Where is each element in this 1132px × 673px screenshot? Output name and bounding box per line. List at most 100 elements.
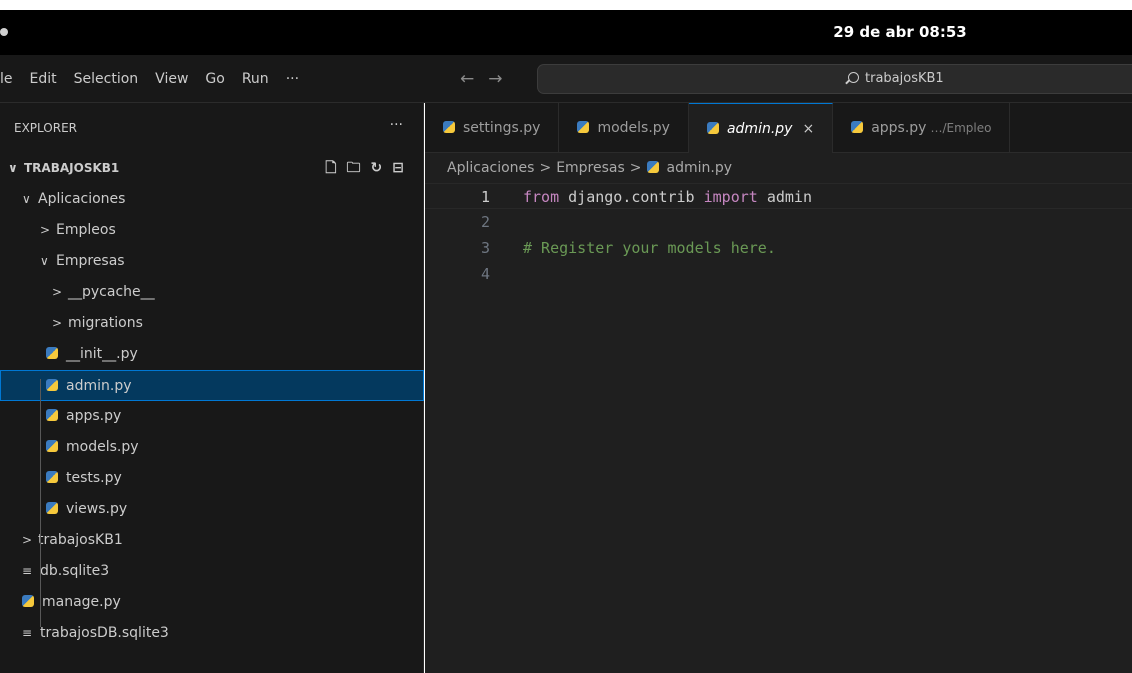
python-file-icon bbox=[706, 122, 719, 134]
tab-models-py[interactable]: models.py bbox=[559, 103, 689, 153]
refresh-icon[interactable]: ↻ bbox=[371, 153, 383, 184]
tab-apps-py[interactable]: apps.py …/Empleo bbox=[833, 103, 1011, 153]
code-line: 2 bbox=[425, 209, 1132, 235]
navigation-arrows: ← → bbox=[460, 55, 503, 103]
code-text: # Register your models here. bbox=[523, 235, 776, 261]
tree-item-label: __pycache__ bbox=[68, 284, 155, 300]
back-arrow-icon[interactable]: ← bbox=[460, 69, 474, 89]
tree-item[interactable]: __init__.py bbox=[0, 339, 424, 370]
explorer-actions: 🗋 🗀 ↻ ⊟ bbox=[325, 153, 404, 184]
menu-item-run[interactable]: Run bbox=[242, 71, 269, 87]
tree-item-label: migrations bbox=[68, 315, 143, 331]
tree-item[interactable]: > Empleos bbox=[0, 215, 424, 246]
indent-guide bbox=[40, 379, 41, 627]
python-file-icon bbox=[46, 502, 58, 514]
menu-bar: le Edit Selection View Go Run ··· bbox=[0, 55, 316, 103]
new-folder-icon[interactable]: 🗀 bbox=[347, 153, 361, 184]
editor-area: settings.py models.py admin.py × apps.py …/Em… bbox=[425, 103, 1132, 673]
python-file-icon bbox=[577, 121, 590, 133]
tab-label: settings.py bbox=[463, 120, 541, 136]
chevron-right-icon: > bbox=[40, 223, 51, 237]
explorer-header: EXPLORER ··· bbox=[0, 103, 423, 153]
tab-path: …/Empleo bbox=[930, 121, 992, 135]
code-line: 1 from django.contrib import admin bbox=[425, 183, 1132, 209]
code-keyword: import bbox=[703, 188, 758, 206]
activities-indicator[interactable] bbox=[0, 28, 8, 36]
chevron-down-icon: ∨ bbox=[22, 192, 31, 206]
tab-label: models.py bbox=[597, 120, 670, 136]
python-file-icon bbox=[646, 161, 659, 173]
search-icon bbox=[848, 72, 859, 83]
breadcrumb-separator: > bbox=[629, 160, 642, 176]
tree-item[interactable]: ≡ db.sqlite3 bbox=[0, 556, 424, 587]
tree-item-label: views.py bbox=[66, 501, 128, 517]
code-keyword: from bbox=[523, 188, 560, 206]
search-label: trabajosKB1 bbox=[865, 71, 944, 86]
menu-item-more[interactable]: ··· bbox=[286, 71, 299, 87]
tree-item[interactable]: > trabajosKB1 bbox=[0, 525, 424, 556]
python-file-icon bbox=[851, 121, 864, 133]
python-file-icon bbox=[46, 347, 58, 359]
chevron-down-icon: ∨ bbox=[40, 254, 49, 268]
breadcrumb-separator: > bbox=[539, 160, 552, 176]
python-file-icon bbox=[443, 121, 455, 133]
text-file-icon: ≡ bbox=[22, 564, 33, 578]
menu-item-edit[interactable]: Edit bbox=[30, 71, 57, 87]
breadcrumb-item[interactable]: admin.py bbox=[667, 160, 733, 176]
menu-item-selection[interactable]: Selection bbox=[74, 71, 139, 87]
breadcrumb-item[interactable]: Empresas bbox=[556, 160, 625, 176]
line-number: 2 bbox=[480, 213, 490, 231]
python-file-icon bbox=[22, 595, 34, 607]
system-clock[interactable]: 29 de abr 08:53 bbox=[750, 10, 1050, 55]
workspace-root[interactable]: ∨ TRABAJOSKB1 🗋 🗀 ↻ ⊟ bbox=[0, 153, 424, 184]
tree-item-label: db.sqlite3 bbox=[40, 563, 110, 579]
tree-item[interactable]: manage.py bbox=[0, 587, 424, 618]
chevron-right-icon: > bbox=[22, 533, 33, 547]
menu-item-view[interactable]: View bbox=[155, 71, 188, 87]
tab-settings-py[interactable]: settings.py bbox=[425, 103, 560, 153]
tree-item-label: apps.py bbox=[66, 408, 122, 424]
explorer-sidebar: EXPLORER ··· ∨ TRABAJOSKB1 🗋 🗀 ↻ ⊟ ∨ Aplic… bbox=[0, 103, 424, 673]
tree-item[interactable]: apps.py bbox=[0, 401, 424, 432]
text-file-icon: ≡ bbox=[22, 626, 33, 640]
tree-item-label: Aplicaciones bbox=[38, 191, 126, 207]
chevron-down-icon: ∨ bbox=[8, 161, 18, 175]
command-center-search[interactable]: trabajosKB1 bbox=[537, 64, 1132, 94]
breadcrumb-item[interactable]: Aplicaciones bbox=[447, 160, 534, 176]
code-text: from django.contrib import admin bbox=[523, 184, 812, 210]
tree-item[interactable]: > __pycache__ bbox=[0, 277, 424, 308]
tree-item[interactable]: tests.py bbox=[0, 463, 424, 494]
tree-item[interactable]: admin.py bbox=[0, 370, 424, 401]
code-line: 4 bbox=[425, 261, 1132, 287]
line-number: 4 bbox=[480, 265, 490, 283]
tree-item[interactable]: models.py bbox=[0, 432, 424, 463]
menu-item-le[interactable]: le bbox=[0, 71, 13, 87]
new-file-icon[interactable]: 🗋 bbox=[325, 153, 336, 184]
title-bar: le Edit Selection View Go Run ··· ← → trabajos… bbox=[0, 55, 1132, 103]
tree-item-label: Empresas bbox=[56, 253, 125, 269]
menu-item-go[interactable]: Go bbox=[205, 71, 224, 87]
tree-item-label: models.py bbox=[66, 439, 139, 455]
tree-item-label: tests.py bbox=[66, 470, 122, 486]
close-icon[interactable]: × bbox=[802, 121, 814, 137]
code-token: django.contrib bbox=[559, 188, 704, 206]
tree-item[interactable]: ≡ trabajosDB.sqlite3 bbox=[0, 618, 424, 649]
file-tree: ∨ TRABAJOSKB1 🗋 🗀 ↻ ⊟ ∨ Aplicaciones > Emple… bbox=[0, 153, 424, 649]
tree-item-label: trabajosKB1 bbox=[38, 532, 123, 548]
forward-arrow-icon[interactable]: → bbox=[488, 69, 502, 89]
collapse-all-icon[interactable]: ⊟ bbox=[392, 153, 404, 184]
tree-item-label: trabajosDB.sqlite3 bbox=[40, 625, 169, 641]
tree-item[interactable]: ∨ Empresas bbox=[0, 246, 424, 277]
code-line: 3 # Register your models here. bbox=[425, 235, 1132, 261]
tree-item[interactable]: > migrations bbox=[0, 308, 424, 339]
tree-item[interactable]: views.py bbox=[0, 494, 424, 525]
python-file-icon bbox=[46, 379, 58, 391]
tree-item-label: Empleos bbox=[56, 222, 116, 238]
explorer-more-icon[interactable]: ··· bbox=[390, 117, 403, 133]
workspace-root-label: TRABAJOSKB1 bbox=[24, 161, 120, 175]
tab-label: admin.py bbox=[726, 121, 793, 137]
tree-item[interactable]: ∨ Aplicaciones bbox=[0, 184, 424, 215]
tab-admin-py[interactable]: admin.py × bbox=[688, 103, 834, 153]
code-editor[interactable]: 1 from django.contrib import admin 2 3 # Reg… bbox=[425, 183, 1132, 287]
chevron-right-icon: > bbox=[52, 316, 63, 330]
